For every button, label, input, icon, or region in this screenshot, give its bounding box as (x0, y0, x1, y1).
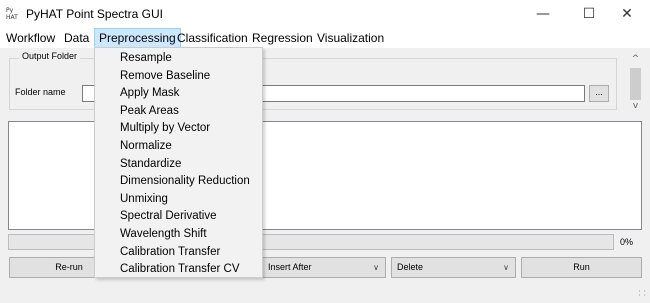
close-button[interactable]: ✕ (604, 0, 650, 28)
browse-folder-button[interactable]: ... (589, 85, 609, 102)
menu-item-peak-areas[interactable]: Peak Areas (95, 103, 262, 121)
chevron-down-icon: ∨ (373, 263, 379, 272)
folder-name-label: Folder name (15, 87, 66, 97)
menu-bar: Workflow Data Preprocessing Classificati… (0, 28, 650, 48)
menu-item-calibration-transfer-cv[interactable]: Calibration Transfer CV (95, 261, 262, 279)
menu-regression[interactable]: Regression (248, 28, 317, 48)
delete-module-value: Delete (397, 262, 424, 272)
window-title: PyHAT Point Spectra GUI (26, 7, 163, 21)
menu-item-standardize[interactable]: Standardize (95, 156, 262, 174)
menu-item-resample[interactable]: Resample (95, 50, 262, 68)
preprocessing-dropdown-menu: Resample Remove Baseline Apply Mask Peak… (94, 47, 263, 278)
menu-item-calibration-transfer[interactable]: Calibration Transfer (95, 244, 262, 262)
menu-preprocessing[interactable]: Preprocessing (94, 28, 181, 48)
delete-module-select[interactable]: Delete ∨ (391, 257, 516, 278)
menu-item-unmixing[interactable]: Unmixing (95, 191, 262, 209)
menu-classification[interactable]: Classification (173, 28, 252, 48)
app-logo-icon: Py HAT (6, 7, 18, 21)
menu-item-spectral-derivative[interactable]: Spectral Derivative (95, 208, 262, 226)
chevron-down-icon: ∨ (503, 263, 509, 272)
run-button[interactable]: Run (521, 257, 642, 278)
resize-grip-icon[interactable]: ⠂⠂ ⠂⠂ (638, 289, 648, 300)
menu-item-remove-baseline[interactable]: Remove Baseline (95, 68, 262, 86)
insert-position-select[interactable]: Insert After ∨ (262, 257, 386, 278)
chevron-up-icon[interactable]: ^ (628, 54, 643, 68)
menu-visualization[interactable]: Visualization (313, 28, 388, 48)
menu-data[interactable]: Data (60, 28, 93, 48)
menu-item-normalize[interactable]: Normalize (95, 138, 262, 156)
menu-item-apply-mask[interactable]: Apply Mask (95, 85, 262, 103)
insert-position-value: Insert After (268, 262, 312, 272)
progress-percent-text: 0% (620, 237, 634, 247)
menu-item-multiply-by-vector[interactable]: Multiply by Vector (95, 120, 262, 138)
menu-workflow[interactable]: Workflow (2, 28, 59, 48)
minimize-button[interactable]: — (520, 0, 566, 28)
workflow-scrollbar[interactable]: ^ v (628, 52, 643, 118)
chevron-down-icon[interactable]: v (628, 101, 643, 115)
scrollbar-thumb[interactable] (630, 68, 641, 100)
output-folder-group-title: Output Folder (19, 51, 81, 61)
menu-item-dimensionality-reduction[interactable]: Dimensionality Reduction (95, 173, 262, 191)
title-bar: Py HAT PyHAT Point Spectra GUI — ☐ ✕ (0, 0, 650, 28)
menu-item-wavelength-shift[interactable]: Wavelength Shift (95, 226, 262, 244)
